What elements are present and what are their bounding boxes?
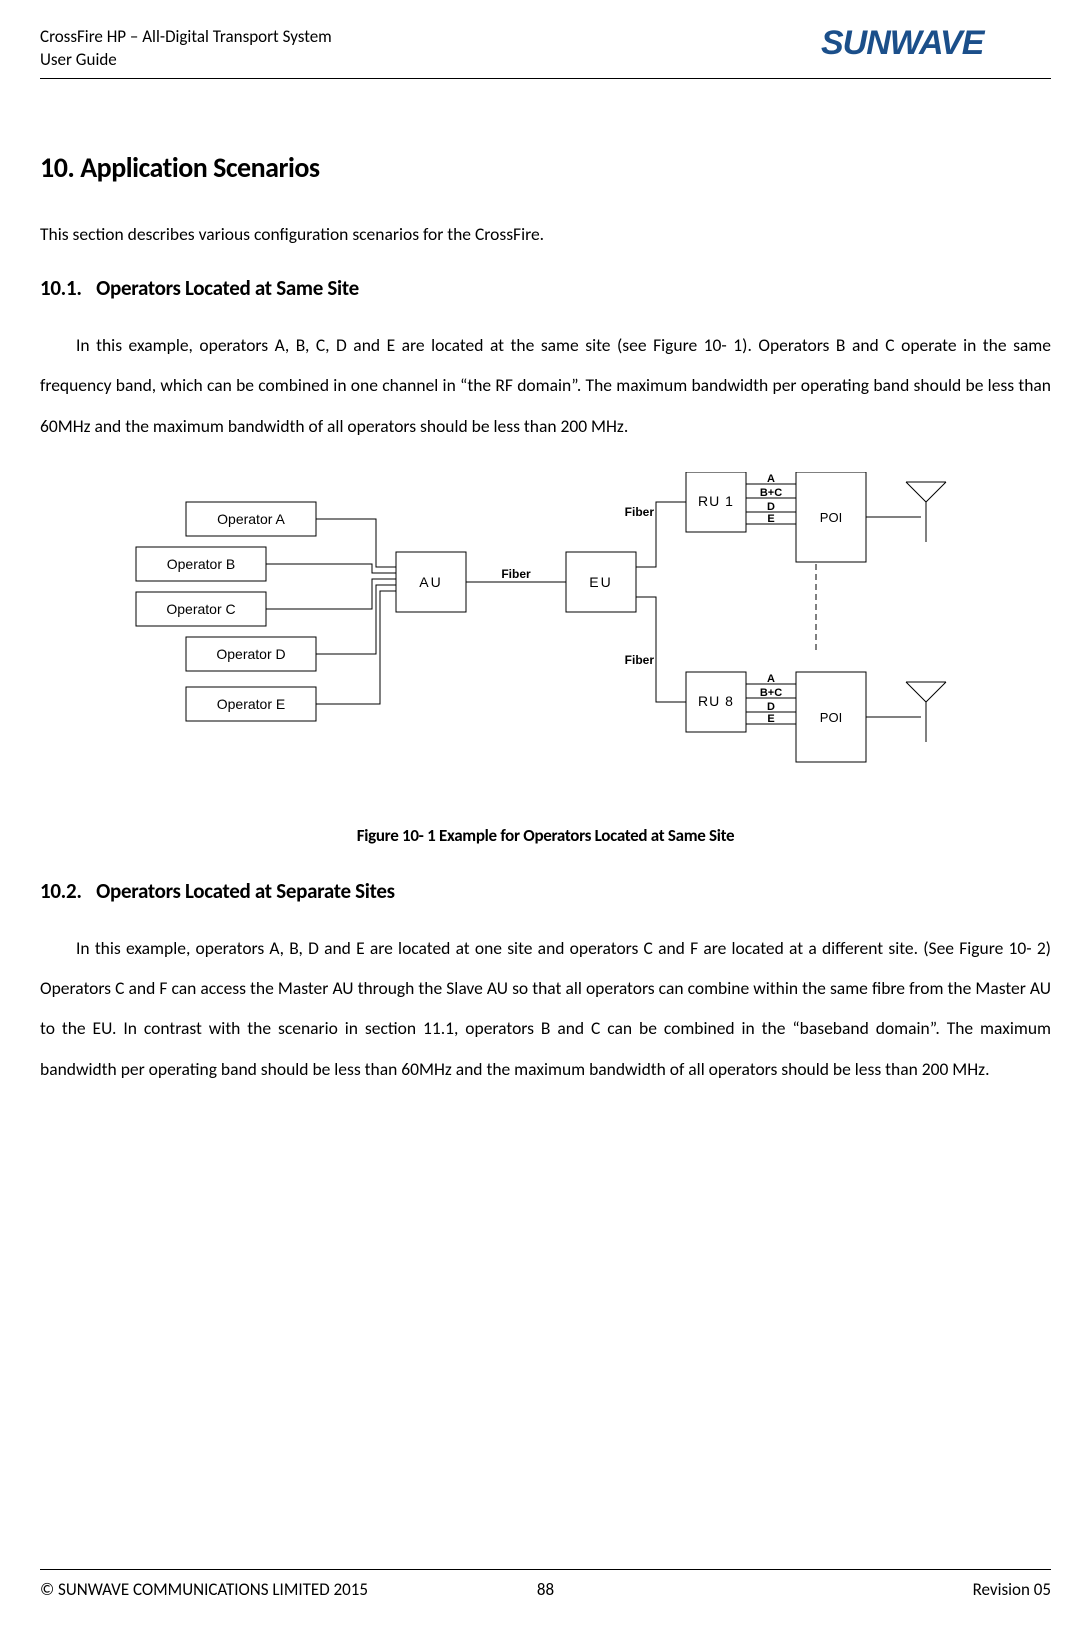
- eu-fanout: [636, 502, 686, 702]
- footer-rule: [40, 1569, 1051, 1570]
- page: CrossFire HP – All-Digital Transport Sys…: [0, 0, 1091, 1630]
- subsection-10-1-number: 10.1.: [40, 275, 82, 301]
- operator-a: Operator A: [186, 502, 316, 536]
- ru1-block: RU 1: [686, 472, 746, 532]
- operator-b-label: Operator B: [166, 556, 234, 572]
- logo: SUNWAVE: [821, 20, 1081, 71]
- operator-c: Operator C: [136, 592, 266, 626]
- subsection-10-1-para: In this example, operators A, B, C, D an…: [40, 325, 1051, 446]
- header-rule: [40, 78, 1051, 79]
- subsection-10-2-number: 10.2.: [40, 878, 82, 904]
- subsection-10-1-title: Operators Located at Same Site: [96, 275, 359, 301]
- figure-10-1: Operator A Operator B Operator C Operato…: [40, 472, 1051, 807]
- port-d-8: D: [767, 701, 775, 713]
- ru1-label: RU 1: [698, 493, 734, 509]
- ru8-port-labels: A B+C D E: [759, 673, 781, 725]
- port-d-1: D: [767, 501, 775, 513]
- eu-block: EU: [566, 552, 636, 612]
- subsection-10-1: 10.1. Operators Located at Same Site: [40, 275, 1051, 301]
- section-intro: This section describes various configura…: [40, 223, 1051, 245]
- port-bc-1: B+C: [759, 487, 781, 499]
- subsection-10-2-para: In this example, operators A, B, D and E…: [40, 928, 1051, 1089]
- content: 10. Application Scenarios This section d…: [40, 150, 1051, 1115]
- subsection-10-2-title: Operators Located at Separate Sites: [96, 878, 395, 904]
- diagram-svg: Operator A Operator B Operator C Operato…: [96, 472, 996, 802]
- operator-b: Operator B: [136, 547, 266, 581]
- ru8-label: RU 8: [698, 693, 734, 709]
- operator-d: Operator D: [186, 637, 316, 671]
- operator-d-label: Operator D: [216, 646, 285, 662]
- ru1-port-labels: A B+C D E: [759, 473, 781, 525]
- footer: © SUNWAVE COMMUNICATIONS LIMITED 2015 88…: [40, 1579, 1051, 1600]
- port-e-1: E: [767, 513, 774, 525]
- fiber-label-ru8: Fiber: [624, 653, 654, 667]
- section-title-text: Application Scenarios: [80, 150, 319, 185]
- operator-e-label: Operator E: [216, 696, 284, 712]
- ru8-block: RU 8: [686, 672, 746, 732]
- antenna-1-icon: [906, 482, 946, 542]
- eu-label: EU: [589, 574, 612, 590]
- fiber-label-ru1: Fiber: [624, 505, 654, 519]
- poi1-label: POI: [819, 510, 841, 525]
- subsection-10-2: 10.2. Operators Located at Separate Site…: [40, 878, 1051, 904]
- au-label: AU: [419, 574, 442, 590]
- figure-caption: Figure 10- 1 Example for Operators Locat…: [40, 825, 1051, 846]
- operator-e: Operator E: [186, 687, 316, 721]
- port-a-1: A: [767, 473, 775, 485]
- poi1-block: POI: [796, 472, 866, 562]
- section-number: 10.: [40, 150, 74, 185]
- header-left: CrossFire HP – All-Digital Transport Sys…: [40, 26, 332, 72]
- port-bc-8: B+C: [759, 687, 781, 699]
- operator-links: [266, 519, 396, 704]
- operator-a-label: Operator A: [217, 511, 285, 527]
- antenna-8-icon: [906, 682, 946, 742]
- sunwave-logo-icon: SUNWAVE: [821, 20, 1081, 66]
- logo-text: SUNWAVE: [821, 24, 986, 62]
- header-title-line2: User Guide: [40, 49, 117, 70]
- port-e-8: E: [767, 713, 774, 725]
- header-title-line1: CrossFire HP – All-Digital Transport Sys…: [40, 26, 332, 47]
- au-block: AU: [396, 552, 466, 612]
- operator-c-label: Operator C: [166, 601, 235, 617]
- poi8-label: POI: [819, 710, 841, 725]
- poi8-block: POI: [796, 672, 866, 762]
- port-a-8: A: [767, 673, 775, 685]
- fiber-label-main: Fiber: [501, 567, 531, 581]
- footer-page-number: 88: [40, 1579, 1051, 1600]
- section-title: 10. Application Scenarios: [40, 150, 1051, 185]
